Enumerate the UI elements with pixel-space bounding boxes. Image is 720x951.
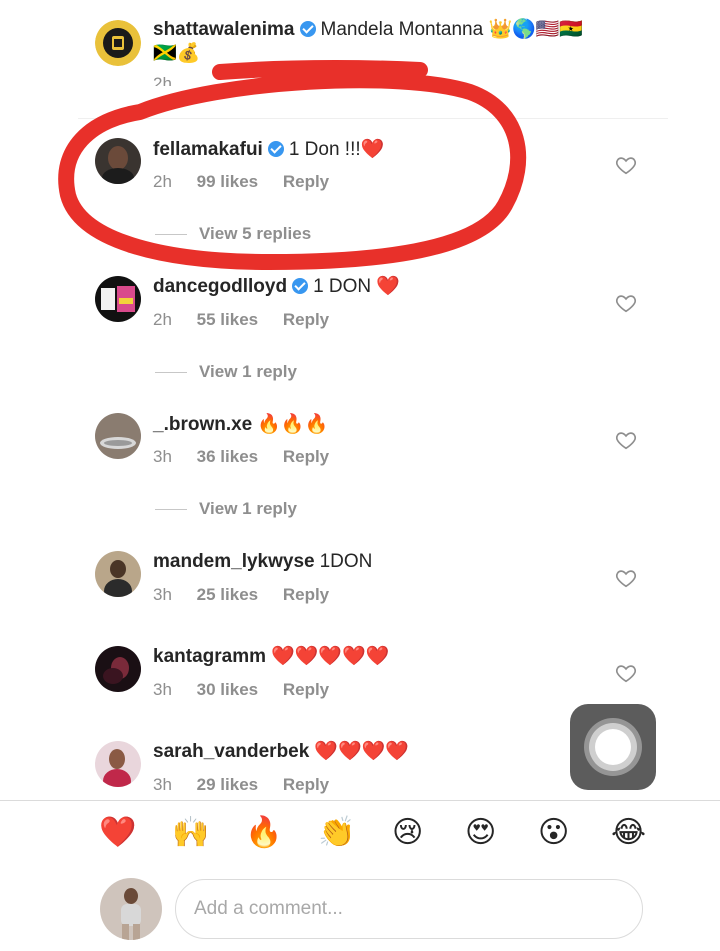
- avatar[interactable]: [95, 741, 141, 787]
- comment-line: _.brown.xe 🔥🔥🔥: [153, 413, 328, 437]
- emoji-fire-button[interactable]: 🔥: [245, 815, 282, 851]
- username[interactable]: dancegodlloyd: [153, 276, 287, 297]
- likes-count[interactable]: 30 likes: [197, 680, 258, 699]
- username[interactable]: fellamakafui: [153, 139, 263, 160]
- emoji-surprised-button[interactable]: 😮: [538, 815, 569, 851]
- reply-button[interactable]: Reply: [283, 585, 329, 604]
- comment-text: 1 Don !!!❤️: [288, 139, 385, 160]
- like-heart-icon[interactable]: [615, 662, 637, 684]
- username[interactable]: mandem_lykwyse: [153, 551, 315, 572]
- likes-count[interactable]: 55 likes: [197, 310, 258, 329]
- reply-button[interactable]: Reply: [283, 310, 329, 329]
- avatar[interactable]: [95, 646, 141, 692]
- username[interactable]: _.brown.xe: [153, 414, 252, 435]
- comment-input[interactable]: [175, 879, 643, 939]
- assistive-touch-button[interactable]: [570, 704, 656, 790]
- comment-text: 1DON: [319, 551, 373, 572]
- emoji-raised-hands-button[interactable]: 🙌: [172, 815, 209, 851]
- username[interactable]: kantagramm: [153, 646, 266, 667]
- like-heart-icon[interactable]: [615, 292, 637, 314]
- emoji-clap-button[interactable]: 👏: [318, 815, 355, 851]
- emoji-reaction-bar: ❤️ 🙌 🔥 👏 😢 😍 😮 😂: [0, 800, 720, 865]
- verified-badge-icon: [267, 141, 284, 157]
- comment-text: ❤️❤️❤️❤️❤️: [271, 646, 390, 667]
- verified-badge-icon: [299, 21, 316, 37]
- comment-time: 3h: [153, 585, 172, 604]
- comment-line: fellamakafui 1 Don !!!❤️: [153, 138, 384, 162]
- avatar[interactable]: [95, 413, 141, 459]
- comment-meta: 3h 29 likes Reply: [153, 775, 349, 795]
- comment-time: 2h: [153, 310, 172, 329]
- comment-text: 🔥🔥🔥: [257, 414, 329, 435]
- comment-line: sarah_vanderbek ❤️❤️❤️❤️: [153, 740, 409, 764]
- like-heart-icon[interactable]: [615, 567, 637, 589]
- comment-time: 3h: [153, 680, 172, 699]
- comment-meta: 2h: [153, 74, 192, 86]
- comment-line: dancegodlloyd 1 DON ❤️: [153, 275, 400, 299]
- comment-meta: 2h 99 likes Reply: [153, 172, 349, 192]
- crest-logo-icon: [95, 20, 141, 66]
- username[interactable]: shattawalenima: [153, 19, 295, 40]
- emoji-crying-button[interactable]: 😢: [392, 815, 423, 851]
- divider: [155, 509, 187, 511]
- comment-text-continued: 🇯🇲💰: [153, 43, 201, 64]
- reply-button[interactable]: Reply: [283, 680, 329, 699]
- avatar[interactable]: [95, 276, 141, 322]
- comment-text: 1 DON ❤️: [313, 276, 401, 297]
- likes-count[interactable]: 25 likes: [197, 585, 258, 604]
- current-user-avatar: [100, 878, 162, 940]
- divider: [155, 372, 187, 374]
- comment-time: 2h: [153, 172, 172, 191]
- username[interactable]: sarah_vanderbek: [153, 741, 309, 762]
- divider: [78, 118, 668, 119]
- comment-time: 3h: [153, 775, 172, 794]
- comment-meta: 3h 30 likes Reply: [153, 680, 349, 700]
- reply-button[interactable]: Reply: [283, 775, 329, 794]
- reply-button[interactable]: Reply: [283, 447, 329, 466]
- comment-meta: 3h 36 likes Reply: [153, 447, 349, 467]
- like-heart-icon[interactable]: [615, 154, 637, 176]
- comment-line: mandem_lykwyse 1DON: [153, 550, 372, 574]
- likes-count[interactable]: 29 likes: [197, 775, 258, 794]
- likes-count[interactable]: 99 likes: [197, 172, 258, 191]
- divider: [155, 234, 187, 236]
- emoji-laughing-button[interactable]: 😂: [611, 815, 646, 851]
- comment-line: shattawalenima Mandela Montanna 👑🌎🇺🇸🇬🇭: [153, 18, 583, 42]
- verified-badge-icon: [292, 278, 309, 294]
- comment-line: kantagramm ❤️❤️❤️❤️❤️: [153, 645, 389, 669]
- comment-time: 2h: [153, 74, 172, 86]
- avatar[interactable]: [95, 138, 141, 184]
- likes-count[interactable]: 36 likes: [197, 447, 258, 466]
- view-replies-button[interactable]: View 5 replies: [155, 224, 311, 244]
- comment-text: ❤️❤️❤️❤️: [314, 741, 409, 762]
- view-replies-button[interactable]: View 1 reply: [155, 499, 297, 519]
- comment-meta: 3h 25 likes Reply: [153, 585, 349, 605]
- like-heart-icon[interactable]: [615, 429, 637, 451]
- reply-button[interactable]: Reply: [283, 172, 329, 191]
- comment-meta: 2h 55 likes Reply: [153, 310, 349, 330]
- emoji-heart-eyes-button[interactable]: 😍: [465, 815, 496, 851]
- comment-time: 3h: [153, 447, 172, 466]
- avatar[interactable]: [95, 551, 141, 597]
- view-replies-button[interactable]: View 1 reply: [155, 362, 297, 382]
- comment-text: Mandela Montanna 👑🌎🇺🇸🇬🇭: [320, 19, 584, 40]
- emoji-heart-button[interactable]: ❤️: [99, 815, 136, 851]
- avatar[interactable]: [95, 20, 141, 66]
